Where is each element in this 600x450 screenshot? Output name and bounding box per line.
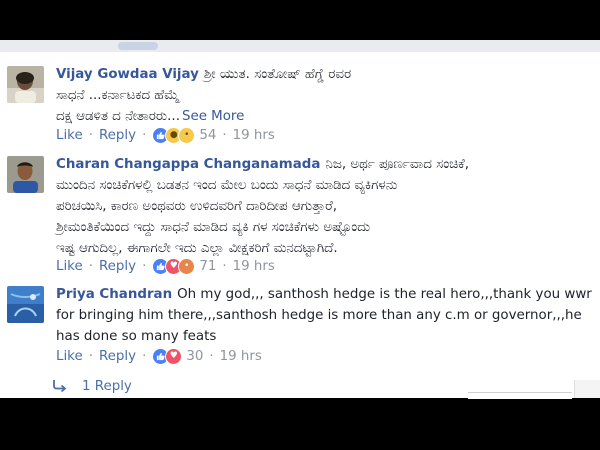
comment-body: Vijay Gowdaa Vijay ಶ್ರೀ ಯುತ. ಸಂತೋಷ್ ಹೆಗ್ಡ…: [56, 64, 592, 127]
separator: ·: [222, 127, 227, 143]
comment-timestamp[interactable]: 19 hrs: [220, 349, 262, 364]
comment-author[interactable]: Vijay Gowdaa Vijay: [56, 67, 199, 82]
love-reaction-icon: ♥: [165, 347, 183, 365]
comments-panel: Vijay Gowdaa Vijay ಶ್ರೀ ಯುತ. ಸಂತೋಷ್ ಹೆಗ್ಡ…: [0, 52, 600, 398]
comment-actions: Like · Reply · ♥ 30 · 19 hrs: [56, 346, 262, 366]
view-replies-link[interactable]: 1 Reply: [52, 376, 132, 396]
comment-text-line: ಪರಿಚಯಿಸಿ, ಕಾರಣ ಅಂಥವರು ಉಳಿದವರಿಗೆ ದಾರಿದೀಪ …: [56, 199, 338, 214]
avatar[interactable]: [7, 156, 44, 193]
comment-text-line: ನಿಜ, ಅರ್ಥ ಪೂರ್ಣವಾದ ಸಂಚಿಕೆ,: [325, 157, 469, 172]
comment-body: Charan Changappa Changanamada ನಿಜ, ಅರ್ಥ ಪ…: [56, 154, 592, 259]
comment-timestamp[interactable]: 19 hrs: [233, 259, 275, 274]
comment-text-line: ದಕ್ಷ ಆಡಳಿತ ದ ನೇತಾರರು...: [56, 109, 180, 124]
comment-text-line: has done so many feats: [56, 329, 217, 344]
replies-count-label[interactable]: 1 Reply: [82, 379, 132, 394]
comment-text-line: Oh my god,,, santhosh hedge is the real …: [177, 287, 592, 302]
separator: ·: [88, 127, 93, 143]
like-link[interactable]: Like: [56, 349, 83, 364]
comment-text-line: for bringing him there,,,santhosh hedge …: [56, 308, 582, 323]
sad-reaction-icon: •: [178, 126, 196, 144]
comment-actions: Like · Reply · ♥ • 71 · 19 hrs: [56, 256, 275, 276]
reaction-count[interactable]: 30: [186, 349, 203, 364]
like-link[interactable]: Like: [56, 128, 83, 143]
comment-text-line: ಸಾಧನೆ ...ಕರ್ನಾಟಕದ ಹೆಮ್ಮೆ: [56, 88, 180, 103]
comment-timestamp[interactable]: 19 hrs: [233, 128, 275, 143]
separator: ·: [88, 258, 93, 274]
scrollbar-corner: [574, 380, 600, 398]
separator: ·: [142, 127, 147, 143]
avatar[interactable]: [7, 286, 44, 323]
reactions-summary[interactable]: ♥: [152, 347, 183, 365]
avatar-photo: [7, 66, 44, 103]
comment-text-line: ಶ್ರೀಮಂತಿಕೆಯಿಂದ ಇದ್ದು ಸಾಧನೆ ಮಾಡಿದ ವ್ಯಕಿ ಗ…: [56, 220, 371, 235]
reply-link[interactable]: Reply: [99, 349, 136, 364]
separator: ·: [88, 348, 93, 364]
like-link[interactable]: Like: [56, 259, 83, 274]
separator: ·: [222, 258, 227, 274]
reactions-summary[interactable]: ● •: [152, 126, 196, 144]
comment-body: Priya Chandran Oh my god,,, santhosh hedg…: [56, 284, 592, 347]
reaction-count[interactable]: 54: [199, 128, 216, 143]
comment-author[interactable]: Charan Changappa Changanamada: [56, 157, 320, 172]
reply-link[interactable]: Reply: [99, 128, 136, 143]
comment-author[interactable]: Priya Chandran: [56, 287, 172, 302]
separator: ·: [142, 348, 147, 364]
comment-actions: Like · Reply · ● • 54 · 19 hrs: [56, 125, 275, 145]
comment-text-line: ಮುಂದಿನ ಸಂಚಿಕೆಗಳಲ್ಲಿ ಬಡತನ ಇಂದ ಮೇಲ ಬಂದು ಸಾ…: [56, 178, 398, 193]
reply-arrow-icon: [53, 380, 67, 393]
see-more-link[interactable]: See More: [182, 109, 244, 124]
previous-reactions-fragment: [118, 42, 158, 50]
separator: ·: [209, 348, 214, 364]
reply-link[interactable]: Reply: [99, 259, 136, 274]
reaction-count[interactable]: 71: [199, 259, 216, 274]
avatar-photo: [7, 286, 44, 323]
comment-input-edge: [468, 392, 572, 399]
angry-reaction-icon: •: [178, 257, 196, 275]
avatar[interactable]: [7, 66, 44, 103]
comment-text-line: ಇಷ್ಟ ಆಗುದಿಲ್ಲ, ಈಗಾಗಲೇ ಇದು ಎಲ್ಲಾ ವೀಕ್ಷಕರಿ…: [56, 241, 338, 256]
comment-text-line: ಶ್ರೀ ಯುತ. ಸಂತೋಷ್ ಹೆಗ್ಡೆ ರವರ: [203, 67, 352, 82]
reactions-summary[interactable]: ♥ •: [152, 257, 196, 275]
previous-comment-edge: [0, 40, 600, 52]
avatar-photo: [7, 156, 44, 193]
separator: ·: [142, 258, 147, 274]
